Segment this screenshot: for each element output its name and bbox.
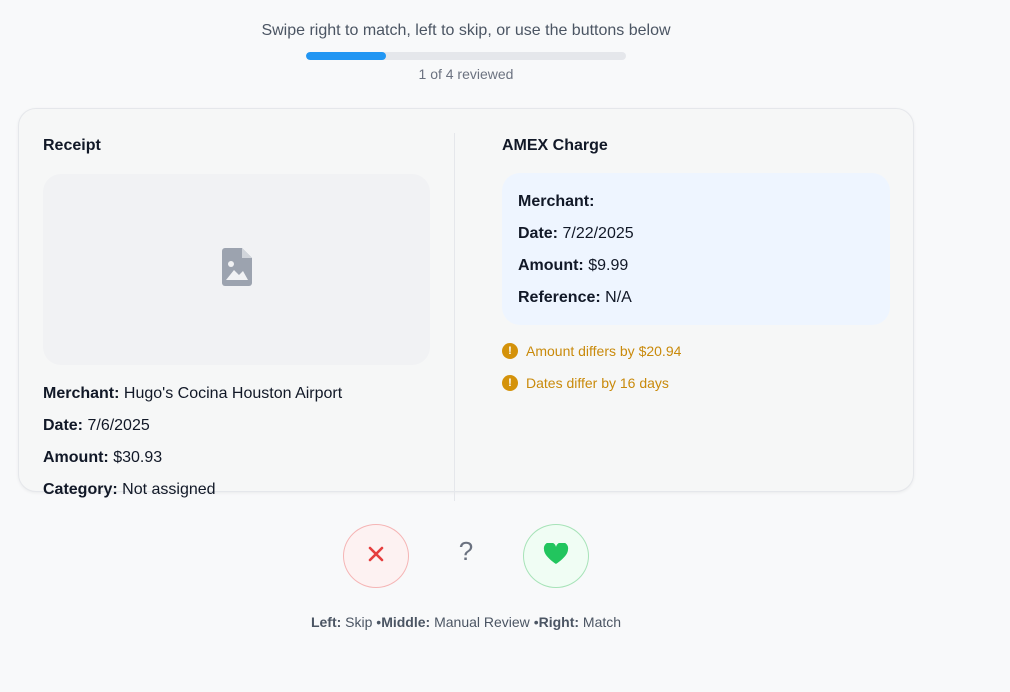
amex-date-label: Date:: [518, 225, 559, 242]
amex-reference: Reference: N/A: [518, 289, 632, 307]
legend-left-label: Left:: [310, 614, 342, 630]
amex-reference-value: N/A: [605, 289, 632, 306]
warning-date: ! Dates differ by 16 days: [502, 375, 669, 391]
receipt-amount-value: $30.93: [113, 449, 163, 466]
receipt-category-value: Not assigned: [122, 481, 216, 498]
instruction-text: Swipe right to match, left to skip, or u…: [261, 22, 671, 39]
close-icon: [367, 545, 385, 568]
receipt-date-label: Date:: [43, 417, 84, 434]
progress-bar: [306, 52, 626, 60]
legend-right-value: Match: [582, 614, 622, 630]
legend-middle-value: Manual Review: [434, 614, 530, 630]
amex-title: AMEX Charge: [502, 137, 608, 154]
progress-text: 1 of 4 reviewed: [418, 66, 514, 82]
skip-button[interactable]: [343, 524, 409, 588]
receipt-date-value: 7/6/2025: [87, 417, 150, 434]
manual-review-button[interactable]: ?: [451, 536, 481, 576]
warning-amount-text: Amount differs by $20.94: [526, 343, 682, 359]
amex-merchant-label: Merchant:: [518, 193, 595, 210]
action-legend: Left: Skip •Middle: Manual Review •Right…: [0, 614, 932, 630]
legend-left-value: Skip: [345, 614, 373, 630]
warning-amount: ! Amount differs by $20.94: [502, 343, 681, 359]
match-button[interactable]: [523, 524, 589, 588]
legend-middle-label: Middle:: [381, 614, 431, 630]
receipt-amount-label: Amount:: [43, 449, 109, 466]
progress-fill: [306, 52, 386, 60]
warning-date-text: Dates differ by 16 days: [526, 375, 669, 391]
warning-icon: !: [502, 343, 518, 359]
receipt-category-label: Category:: [43, 481, 118, 498]
comparison-card[interactable]: Receipt Merchant: Hugo's Cocina Houston …: [18, 108, 914, 501]
heart-icon: [543, 541, 569, 570]
warning-icon: !: [502, 375, 518, 391]
receipt-merchant: Merchant: Hugo's Cocina Houston Airport: [43, 385, 342, 403]
column-divider: [454, 133, 455, 501]
receipt-amount: Amount: $30.93: [43, 449, 162, 467]
receipt-date: Date: 7/6/2025: [43, 417, 150, 435]
image-file-icon: [221, 248, 252, 291]
receipt-category: Category: Not assigned: [43, 481, 216, 499]
amex-date: Date: 7/22/2025: [518, 225, 634, 243]
amex-date-value: 7/22/2025: [562, 225, 634, 242]
amex-amount-value: $9.99: [588, 257, 629, 274]
amex-amount: Amount: $9.99: [518, 257, 628, 275]
receipt-title: Receipt: [43, 137, 101, 154]
amex-reference-label: Reference:: [518, 289, 601, 306]
legend-right-label: Right:: [538, 614, 580, 630]
amex-amount-label: Amount:: [518, 257, 584, 274]
receipt-image-placeholder[interactable]: [43, 174, 430, 365]
receipt-merchant-value: Hugo's Cocina Houston Airport: [123, 385, 343, 402]
amex-merchant: Merchant:: [518, 193, 594, 211]
receipt-merchant-label: Merchant:: [43, 385, 120, 402]
